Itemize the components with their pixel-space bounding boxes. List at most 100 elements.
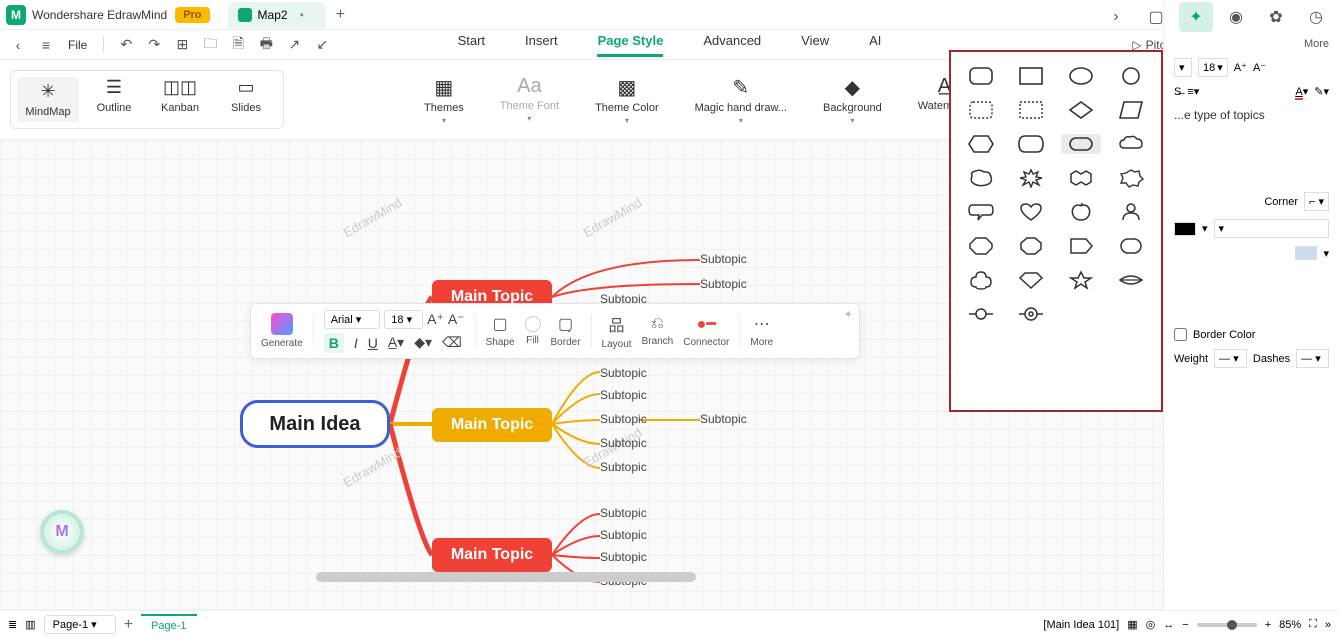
magic-hand-button[interactable]: ✎Magic hand draw...▾ (695, 75, 787, 125)
bold-button[interactable]: B (324, 333, 344, 353)
layers-toggle[interactable]: ▥ (25, 618, 35, 631)
shape-octagon[interactable] (961, 236, 1001, 256)
shape-speech[interactable] (961, 202, 1001, 222)
view-slides[interactable]: ▭Slides (215, 77, 277, 122)
font-size-select[interactable]: 18 ▾ (384, 310, 423, 329)
dashes-select[interactable]: — ▾ (1296, 349, 1329, 368)
back-button[interactable]: ‹ (8, 37, 28, 53)
shape-eye[interactable] (1111, 270, 1151, 290)
panel-collapse-button[interactable]: › (1099, 2, 1133, 32)
more-button[interactable]: ⋯More (750, 314, 773, 348)
new-button[interactable]: ⊞ (172, 36, 192, 53)
shape-diamond[interactable] (1061, 100, 1101, 120)
increase-font-button[interactable]: A⁺ (427, 311, 444, 328)
horizontal-scrollbar[interactable] (316, 572, 696, 582)
shape-ellipse[interactable] (1061, 66, 1101, 86)
decrease-font-icon[interactable]: A⁻ (1253, 61, 1266, 74)
weight-select[interactable]: — ▾ (1214, 349, 1247, 368)
background-button[interactable]: ◆Background▾ (823, 75, 882, 125)
menu-button[interactable]: ≡ (36, 37, 56, 53)
more-link[interactable]: More (1164, 34, 1339, 54)
shape-node[interactable] (961, 304, 1001, 324)
subtopic[interactable]: Subtopic (600, 460, 647, 474)
shape-hexagon[interactable] (961, 134, 1001, 154)
page-width-button[interactable]: ↔ (1163, 619, 1174, 631)
shape-star[interactable] (1061, 270, 1101, 290)
generate-button[interactable]: Generate (261, 313, 303, 349)
branch-button[interactable]: ⎌Branch (642, 315, 674, 347)
panel-tab-style[interactable]: ✦ (1179, 2, 1213, 32)
subtopic[interactable]: Subtopic (600, 506, 647, 520)
fill-color-1[interactable] (1174, 222, 1196, 236)
shape-rounded-hexagon[interactable] (1011, 134, 1051, 154)
fullscreen-button[interactable]: ⛶ (1309, 618, 1317, 631)
decrease-font-button[interactable]: A⁻ (448, 311, 465, 328)
menu-insert[interactable]: Insert (525, 33, 558, 57)
fit-button[interactable]: ▦ (1127, 618, 1137, 631)
undo-button[interactable]: ↶ (116, 36, 136, 53)
new-tab-button[interactable]: + (336, 6, 345, 24)
fill-color-3[interactable] (1295, 246, 1317, 260)
zoom-out-button[interactable]: − (1182, 619, 1188, 631)
increase-font-icon[interactable]: A⁺ (1234, 61, 1247, 74)
font-color-button[interactable]: A̲▾ (388, 334, 404, 351)
shape-capsule[interactable] (1061, 134, 1101, 154)
view-kanban[interactable]: ◫◫Kanban (149, 77, 211, 122)
text-color-button[interactable]: A▾ (1295, 85, 1308, 98)
view-mindmap[interactable]: ✳MindMap (17, 77, 79, 122)
corner-select[interactable]: ⌐ ▾ (1304, 192, 1329, 211)
subtopic[interactable]: Subtopic (600, 388, 647, 402)
subtopic[interactable]: Subtopic (700, 277, 747, 291)
ai-fab-button[interactable]: M (40, 510, 84, 554)
export-quick-button[interactable]: ↗ (284, 36, 304, 53)
align-button[interactable]: ≡▾ (1187, 85, 1199, 98)
highlight-button[interactable]: ◆▾ (414, 334, 432, 351)
font-family-select[interactable]: Arial ▾ (324, 310, 381, 329)
zoom-slider[interactable] (1197, 623, 1257, 627)
connector-button[interactable]: ●━Connector (683, 314, 729, 348)
shape-octagon-2[interactable] (1011, 236, 1051, 256)
fill-color-2[interactable]: ▾ (1214, 219, 1329, 238)
shape-apple[interactable] (1061, 202, 1101, 222)
subtopic[interactable]: Subtopic (600, 436, 647, 450)
shape-burst[interactable] (1011, 168, 1051, 188)
shape-target[interactable] (1011, 304, 1051, 324)
shape-dashed-rounded[interactable] (961, 100, 1001, 120)
shape-button[interactable]: ▢Shape (486, 314, 515, 348)
theme-font-button[interactable]: AaTheme Font▾ (500, 75, 559, 125)
subtopic[interactable]: Subtopic (600, 366, 647, 380)
shape-quatrefoil[interactable] (961, 270, 1001, 290)
font-family-mini[interactable]: ▾ (1174, 58, 1192, 77)
zoom-in-button[interactable]: + (1265, 619, 1271, 631)
center-button[interactable]: ◎ (1146, 618, 1156, 631)
panel-tab-marker[interactable]: ◉ (1219, 2, 1253, 32)
pin-icon[interactable]: ✦ (844, 308, 853, 321)
shape-badge[interactable] (1111, 168, 1151, 188)
shape-dashed-rect[interactable] (1011, 100, 1051, 120)
document-tab[interactable]: Map2 • (228, 2, 326, 28)
save-button[interactable]: 🗎 (228, 33, 248, 57)
file-menu[interactable]: File (68, 38, 87, 52)
shape-pentagon-right[interactable] (1061, 236, 1101, 256)
layout-button[interactable]: 品Layout (602, 312, 632, 350)
shape-circle[interactable] (1111, 66, 1151, 86)
shape-parallelogram[interactable] (1111, 100, 1151, 120)
shape-rounded-rect[interactable] (961, 66, 1001, 86)
view-outline[interactable]: ☰Outline (83, 77, 145, 122)
outline-toggle[interactable]: ≣ (8, 618, 17, 631)
menu-advanced[interactable]: Advanced (703, 33, 761, 57)
menu-start[interactable]: Start (458, 33, 485, 57)
shape-heart[interactable] (1011, 202, 1051, 222)
subtopic[interactable]: Subtopic (700, 252, 747, 266)
themes-button[interactable]: ▦Themes▾ (424, 75, 464, 125)
shape-rect[interactable] (1011, 66, 1051, 86)
menu-page-style[interactable]: Page Style (598, 33, 664, 57)
node-main-idea[interactable]: Main Idea (240, 400, 390, 448)
subtopic[interactable]: Subtopic (700, 412, 747, 426)
shape-zigzag[interactable] (1061, 168, 1101, 188)
shape-blob[interactable] (961, 168, 1001, 188)
add-page-button[interactable]: + (124, 616, 133, 634)
import-button[interactable]: ↙ (312, 36, 332, 53)
node-main-topic-3[interactable]: Main Topic (432, 538, 552, 572)
strike-button[interactable]: S̶ (1174, 86, 1181, 98)
